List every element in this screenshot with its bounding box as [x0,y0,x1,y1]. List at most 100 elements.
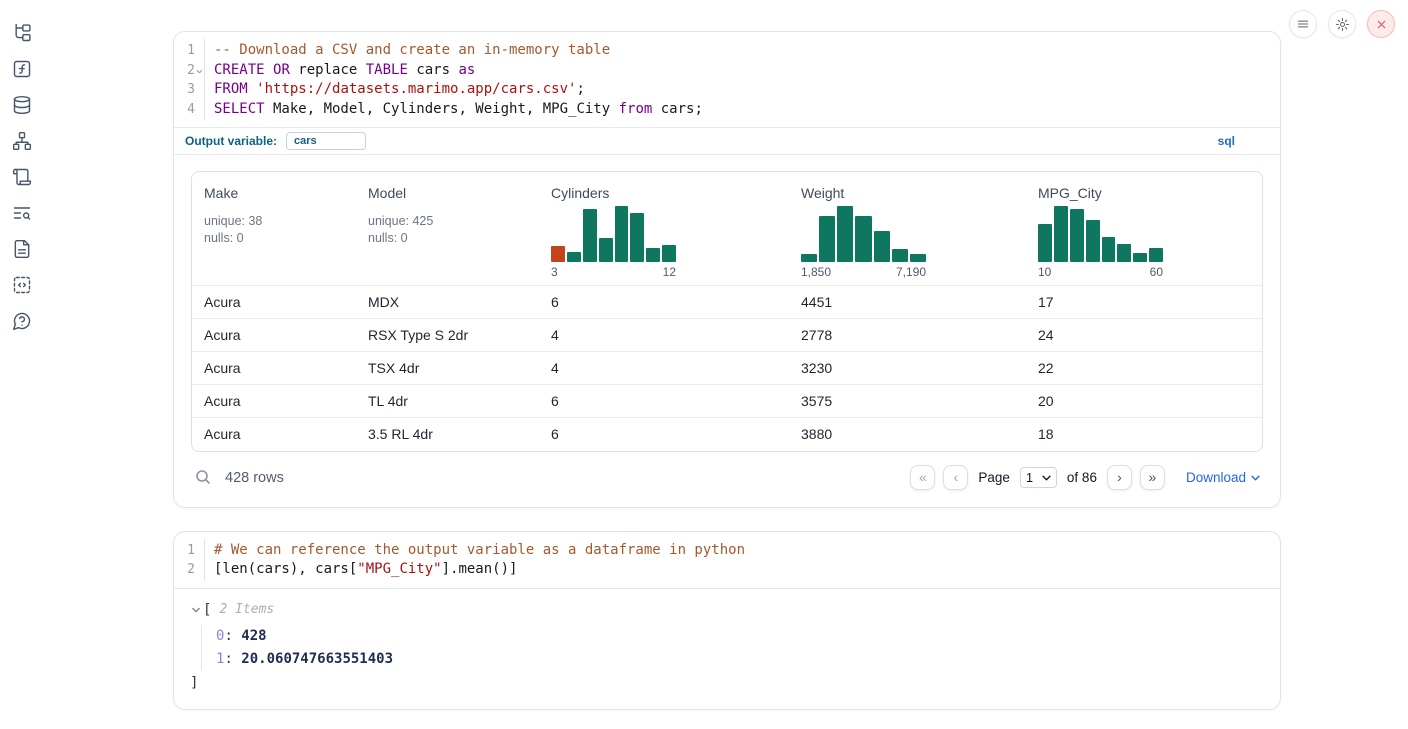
table-cell: 3230 [789,352,1026,385]
next-page-button[interactable]: › [1107,465,1132,490]
sidebar-item-documents[interactable] [12,238,33,259]
sidebar-item-datasources[interactable] [12,94,33,115]
column-header-make[interactable]: Makeunique: 38nulls: 0 [192,172,356,286]
histogram-bar [599,238,613,262]
tree-collapse-toggle[interactable] [190,604,202,616]
menu-button[interactable] [1289,10,1317,38]
left-sidebar [0,0,44,729]
tree-items-count: 2 Items [219,602,274,617]
line-number: 4 [174,100,195,120]
column-header-weight[interactable]: Weight 1,8507,190 [789,172,1026,286]
tree-entry: 1: 20.060747663551403 [216,648,1264,670]
page-of-label: of 86 [1067,470,1097,485]
fold-chevron-icon[interactable] [195,61,204,81]
table-cell: 4451 [789,286,1026,319]
sidebar-item-documentation-search[interactable] [12,202,33,223]
histogram-bar [1070,209,1084,262]
table-cell: 24 [1026,319,1262,352]
histogram: 312 [551,206,676,279]
column-name: Cylinders [551,185,777,201]
chevrons-left-icon: « [919,469,927,485]
chevron-down-icon [1251,475,1260,481]
histogram-bar [1054,206,1068,262]
column-name: Weight [801,185,1014,201]
python-cell: 1# We can reference the output variable … [173,531,1281,710]
previous-page-button[interactable]: ‹ [943,465,968,490]
histogram-bar [910,254,926,262]
sql-output: Makeunique: 38nulls: 0Modelunique: 425nu… [174,154,1280,507]
histogram: 1,8507,190 [801,206,926,279]
download-button[interactable]: Download [1186,470,1260,485]
fold-spacer [195,80,204,100]
search-button[interactable] [194,469,212,487]
sql-cell: 1-- Download a CSV and create an in-memo… [173,31,1281,508]
shutdown-button[interactable] [1367,10,1395,38]
table-cell: 17 [1026,286,1262,319]
histogram-bar [551,246,565,262]
column-stats: unique: 38nulls: 0 [204,213,344,247]
table-cell: 3880 [789,418,1026,451]
axis-min-label: 10 [1038,265,1051,279]
table-header-row: Makeunique: 38nulls: 0Modelunique: 425nu… [192,172,1262,286]
histogram-bar [1117,244,1131,262]
tree-open-bracket: [ [203,602,211,618]
histogram-bar [874,231,890,262]
histogram-bar [583,209,597,262]
table-cell: 18 [1026,418,1262,451]
table-cell: 2778 [789,319,1026,352]
code-text: # We can reference the output variable a… [214,541,745,561]
download-label: Download [1186,470,1246,485]
page-select[interactable]: 1 [1020,467,1057,488]
search-icon [195,469,211,485]
gear-icon [1335,17,1350,32]
chevron-down-icon [192,607,200,613]
table-cell: TSX 4dr [356,352,539,385]
file-tree-icon [12,23,32,43]
table-cell: 4 [539,352,789,385]
line-number: 2 [174,61,195,81]
pagination: « ‹ Page 1 of 86 › » Download [910,465,1260,490]
column-header-model[interactable]: Modelunique: 425nulls: 0 [356,172,539,286]
sql-editor[interactable]: 1-- Download a CSV and create an in-memo… [174,32,1280,127]
sidebar-item-variables[interactable] [12,58,33,79]
histogram-bar [1038,224,1052,262]
language-badge: sql [1218,134,1269,148]
histogram-axis-labels: 312 [551,265,676,279]
database-icon [12,95,32,115]
sidebar-item-snippets[interactable] [12,274,33,295]
column-header-cylinders[interactable]: Cylinders 312 [539,172,789,286]
output-variable-input[interactable] [286,132,366,150]
column-name: Model [368,185,527,201]
code-text: SELECT Make, Model, Cylinders, Weight, M… [214,100,703,120]
table-cell: Acura [192,418,356,451]
table-cell: 4 [539,319,789,352]
sidebar-item-dependency-graph[interactable] [12,130,33,151]
table-row: AcuraTSX 4dr4323022 [192,352,1262,385]
sidebar-item-logs[interactable] [12,166,33,187]
last-page-button[interactable]: » [1140,465,1165,490]
python-editor[interactable]: 1# We can reference the output variable … [174,532,1280,588]
code-snippet-icon [12,275,32,295]
table-cell: 3.5 RL 4dr [356,418,539,451]
data-table-card: Makeunique: 38nulls: 0Modelunique: 425nu… [191,171,1263,452]
code-line: 4 SELECT Make, Model, Cylinders, Weight, … [174,100,1280,120]
table-row: Acura3.5 RL 4dr6388018 [192,418,1262,451]
chevrons-right-icon: » [1149,469,1157,485]
table-footer: 428 rows « ‹ Page 1 of 86 › » Download [191,465,1263,491]
help-bubble-icon [12,311,32,331]
file-text-icon [12,239,32,259]
output-variable-row: Output variable: sql [174,127,1280,154]
fold-spacer [195,100,204,120]
code-line: 1# We can reference the output variable … [174,541,1280,561]
settings-button[interactable] [1328,10,1356,38]
sidebar-item-help[interactable] [12,310,33,331]
sidebar-item-file-explorer[interactable] [12,22,33,43]
table-cell: Acura [192,286,356,319]
table-cell: MDX [356,286,539,319]
table-cell: Acura [192,319,356,352]
first-page-button[interactable]: « [910,465,935,490]
histogram-bar [801,254,817,262]
column-header-mpg_city[interactable]: MPG_City1060 [1026,172,1262,286]
tree-entry-value: 428 [241,628,266,644]
table-cell: 6 [539,385,789,418]
